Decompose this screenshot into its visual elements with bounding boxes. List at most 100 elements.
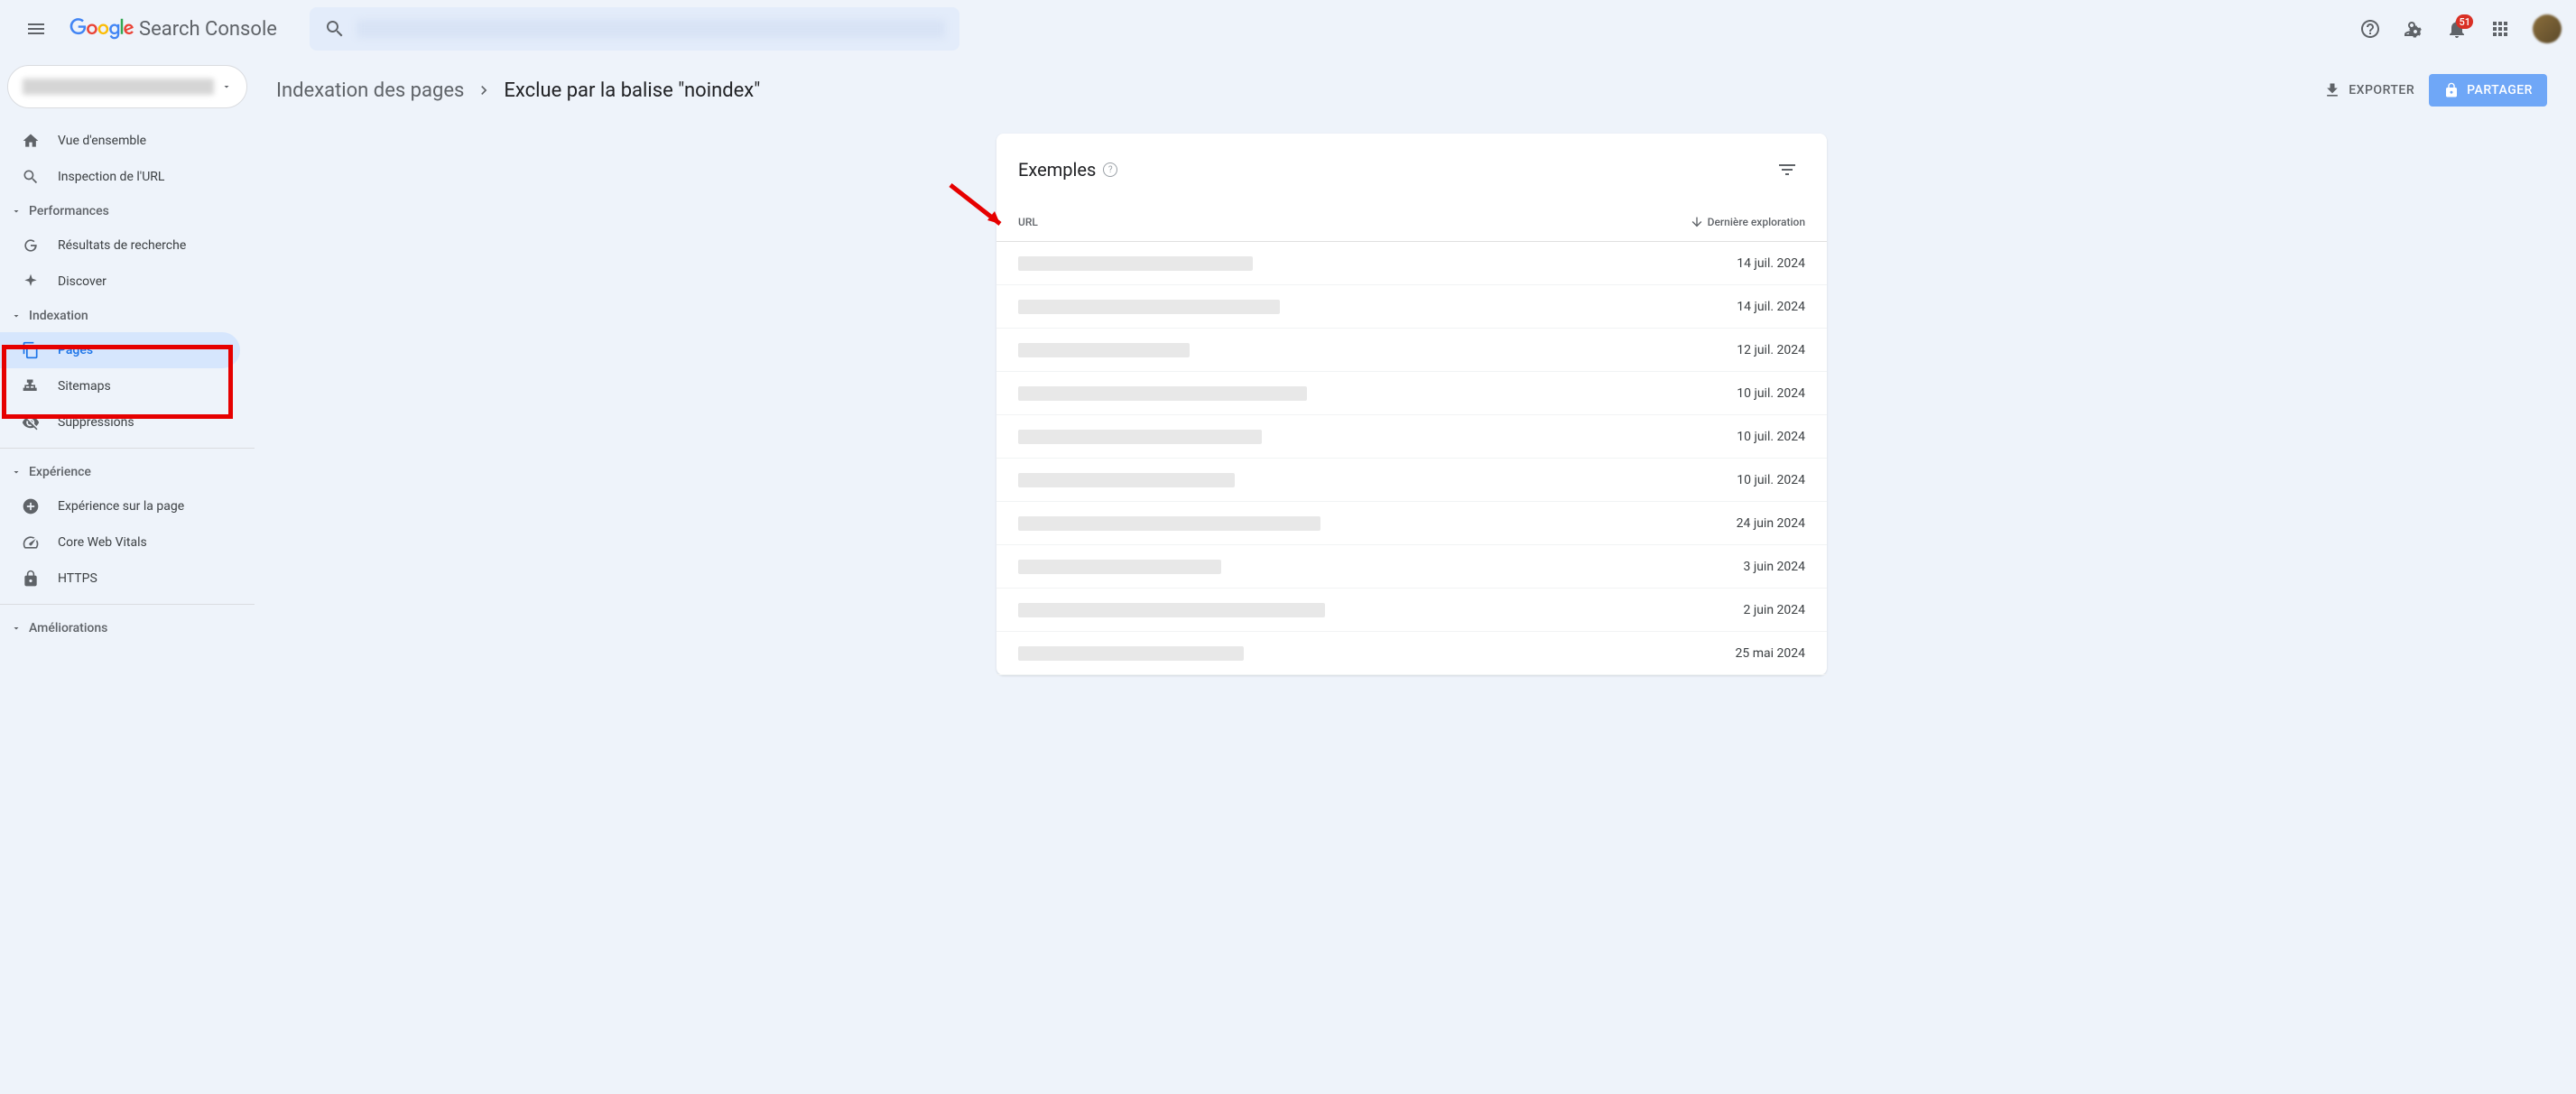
date-cell: 10 juil. 2024 <box>1661 473 1805 487</box>
sidebar-item-label: Vue d'ensemble <box>58 134 146 148</box>
search-input[interactable] <box>357 20 945 38</box>
section-label: Améliorations <box>29 621 107 635</box>
url-cell <box>1018 646 1661 661</box>
table-row[interactable]: 3 juin 2024 <box>996 545 1827 589</box>
product-name: Search Console <box>139 18 277 41</box>
date-cell: 14 juil. 2024 <box>1661 256 1805 271</box>
chevron-down-icon <box>11 311 22 321</box>
speed-icon <box>22 533 40 552</box>
users-button[interactable] <box>2395 11 2432 47</box>
sidebar-item-label: Expérience sur la page <box>58 499 184 514</box>
property-selector[interactable] <box>7 65 247 108</box>
menu-icon <box>25 18 47 40</box>
sidebar-section-experience[interactable]: Expérience <box>0 456 255 488</box>
url-blurred <box>1018 430 1262 444</box>
url-blurred <box>1018 603 1325 617</box>
date-cell: 14 juil. 2024 <box>1661 300 1805 314</box>
url-cell <box>1018 603 1661 617</box>
hamburger-menu-button[interactable] <box>14 7 58 51</box>
user-avatar[interactable] <box>2533 14 2562 43</box>
table-row[interactable]: 10 juil. 2024 <box>996 415 1827 459</box>
sidebar-item-label: HTTPS <box>58 571 97 586</box>
sidebar: Vue d'ensemble Inspection de l'URL Perfo… <box>0 58 255 1094</box>
help-icon[interactable]: ? <box>1103 162 1117 177</box>
sidebar-item-label: Sitemaps <box>58 379 111 394</box>
sidebar-item-discover[interactable]: Discover <box>0 264 240 300</box>
date-cell: 12 juil. 2024 <box>1661 343 1805 357</box>
url-cell <box>1018 430 1661 444</box>
search-icon <box>22 168 40 186</box>
table-row[interactable]: 24 juin 2024 <box>996 502 1827 545</box>
notifications-button[interactable]: 51 <box>2439 11 2475 47</box>
table-row[interactable]: 25 mai 2024 <box>996 632 1827 675</box>
export-button[interactable]: EXPORTER <box>2323 81 2414 99</box>
table-row[interactable]: 14 juil. 2024 <box>996 285 1827 329</box>
sitemap-icon <box>22 377 40 395</box>
sidebar-item-overview[interactable]: Vue d'ensemble <box>0 123 240 159</box>
sidebar-item-label: Discover <box>58 274 107 289</box>
main-content: Indexation des pages Exclue par la balis… <box>255 58 2576 1094</box>
col-date-label: Dernière exploration <box>1708 216 1805 228</box>
notification-badge: 51 <box>2456 14 2473 29</box>
sidebar-item-removals[interactable]: Suppressions <box>0 404 240 440</box>
chevron-down-icon <box>11 467 22 477</box>
share-label: PARTAGER <box>2467 83 2533 97</box>
page-actions: EXPORTER PARTAGER <box>2323 74 2547 107</box>
sidebar-section-performances[interactable]: Performances <box>0 195 255 227</box>
breadcrumb-current: Exclue par la balise "noindex" <box>504 79 760 102</box>
column-date[interactable]: Dernière exploration <box>1661 215 1805 229</box>
lock-icon <box>2443 82 2460 98</box>
title-text: Exemples <box>1018 159 1096 181</box>
sidebar-section-ameliorations[interactable]: Améliorations <box>0 612 255 644</box>
url-blurred <box>1018 646 1244 661</box>
col-url-label: URL <box>1018 216 1038 228</box>
filter-button[interactable] <box>1769 152 1805 188</box>
visibility-off-icon <box>22 413 40 431</box>
sidebar-item-label: Résultats de recherche <box>58 238 186 253</box>
table-row[interactable]: 14 juil. 2024 <box>996 242 1827 285</box>
table-row[interactable]: 12 juil. 2024 <box>996 329 1827 372</box>
url-cell <box>1018 300 1661 314</box>
help-icon <box>2359 18 2381 40</box>
sidebar-item-url-inspection[interactable]: Inspection de l'URL <box>0 159 240 195</box>
sidebar-item-https[interactable]: HTTPS <box>0 561 240 597</box>
card-header: Exemples ? <box>996 134 1827 202</box>
sidebar-item-search-results[interactable]: Résultats de recherche <box>0 227 240 264</box>
arrow-down-icon <box>1690 215 1704 229</box>
url-blurred <box>1018 386 1307 401</box>
apps-grid-icon <box>2489 18 2511 40</box>
sidebar-item-label: Inspection de l'URL <box>58 170 164 184</box>
chevron-down-icon <box>221 81 232 92</box>
sidebar-item-core-web-vitals[interactable]: Core Web Vitals <box>0 524 240 561</box>
chevron-down-icon <box>11 623 22 634</box>
share-button[interactable]: PARTAGER <box>2429 74 2547 107</box>
table-row[interactable]: 10 juil. 2024 <box>996 372 1827 415</box>
header-actions: 51 <box>2352 11 2562 47</box>
users-settings-icon <box>2403 18 2424 40</box>
sidebar-item-page-experience[interactable]: Expérience sur la page <box>0 488 240 524</box>
lock-icon <box>22 570 40 588</box>
url-cell <box>1018 516 1661 531</box>
sidebar-item-pages[interactable]: Pages <box>0 332 240 368</box>
section-label: Indexation <box>29 309 88 323</box>
product-logo[interactable]: Search Console <box>69 18 277 41</box>
url-cell <box>1018 256 1661 271</box>
help-button[interactable] <box>2352 11 2388 47</box>
nav-divider <box>0 604 255 605</box>
apps-button[interactable] <box>2482 11 2518 47</box>
sidebar-item-sitemaps[interactable]: Sitemaps <box>0 368 240 404</box>
sidebar-item-label: Suppressions <box>58 415 134 430</box>
url-blurred <box>1018 256 1253 271</box>
chevron-right-icon <box>475 81 493 99</box>
url-blurred <box>1018 300 1280 314</box>
table-row[interactable]: 2 juin 2024 <box>996 589 1827 632</box>
date-cell: 25 mai 2024 <box>1661 646 1805 661</box>
sidebar-section-indexation[interactable]: Indexation <box>0 300 255 332</box>
column-url[interactable]: URL <box>1018 216 1661 228</box>
nav-divider <box>0 448 255 449</box>
breadcrumb-parent[interactable]: Indexation des pages <box>276 79 464 102</box>
table-row[interactable]: 10 juil. 2024 <box>996 459 1827 502</box>
url-inspection-search[interactable] <box>310 7 959 51</box>
search-icon <box>324 18 346 40</box>
url-blurred <box>1018 473 1235 487</box>
